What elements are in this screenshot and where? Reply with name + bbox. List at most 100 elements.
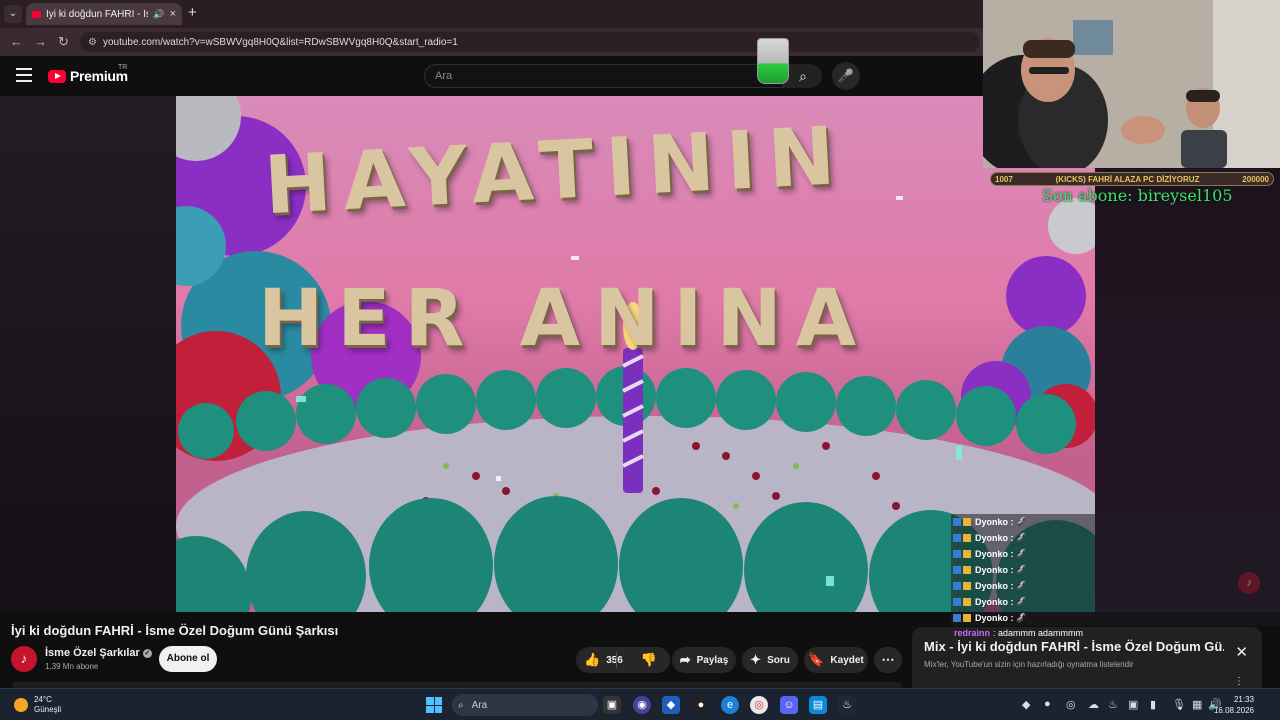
chat-user: Dyonko :: [975, 533, 1014, 543]
weather-widget[interactable]: 24°C Güneşli: [14, 695, 61, 715]
tray-app-icon[interactable]: ▣: [1128, 698, 1138, 711]
close-icon[interactable]: ✕: [1235, 643, 1248, 661]
like-divider: [616, 652, 617, 668]
goal-target: 200000: [1242, 174, 1269, 184]
chat-message: Dyonko : 🦨: [951, 530, 1280, 546]
save-button[interactable]: 🔖 Kaydet: [804, 647, 868, 673]
chat-user: Dyonko :: [975, 517, 1014, 527]
more-vertical-icon[interactable]: ⋮: [1234, 676, 1244, 687]
chat-text: 🦨: [1015, 548, 1027, 559]
more-icon: ⋯: [881, 652, 895, 667]
dislike-icon: 👎: [640, 652, 658, 667]
new-tab-button[interactable]: +: [188, 4, 197, 21]
speaker-icon[interactable]: 🔊: [153, 9, 164, 20]
url-field[interactable]: ⚙ youtube.com/watch?v=wSBWVgq8H0Q&list=R…: [80, 32, 980, 52]
microphone-icon[interactable]: 🎤: [832, 62, 860, 90]
chat-user: Dyonko :: [975, 549, 1014, 559]
tray-app-icon[interactable]: ◆: [1022, 698, 1030, 711]
chat-user: redrainn: [954, 628, 991, 638]
tray-app-icon[interactable]: ◎: [1066, 698, 1076, 711]
chat-text: 🦨: [1015, 532, 1027, 543]
channel-avatar[interactable]: ♪: [11, 646, 37, 672]
app-diamond-icon[interactable]: ◆: [662, 696, 680, 714]
chat-message: Dyonko : 🦨: [951, 610, 1280, 626]
goal-current: 1007: [995, 174, 1013, 184]
dislike-button[interactable]: 👎: [632, 647, 666, 673]
network-icon[interactable]: ▦: [1192, 698, 1202, 711]
site-info-icon[interactable]: ⚙: [88, 37, 97, 48]
menu-icon[interactable]: [16, 68, 32, 82]
stream-goal-bar: 1007 (KICKS) FAHRİ ALAZA PC DİZİYORUZ 20…: [990, 172, 1274, 186]
mix-subtitle: Mix'ler, YouTube'un sizin için hazırladı…: [924, 660, 1134, 669]
taskbar-search[interactable]: ⌕ Ara: [452, 694, 598, 716]
reload-icon[interactable]: ↻: [58, 34, 69, 50]
app-circle-icon[interactable]: ◉: [633, 696, 651, 714]
badge-icon: [953, 582, 961, 590]
tab-close-icon[interactable]: ×: [170, 8, 176, 20]
subscribe-button[interactable]: Abone ol: [159, 646, 217, 672]
chat-message: Dyonko : 🦨: [951, 578, 1280, 594]
task-view-icon[interactable]: ▣: [603, 696, 621, 714]
tab-search-button[interactable]: ⌄: [4, 5, 22, 23]
region-code: TR: [118, 64, 128, 71]
app-record-icon[interactable]: ●: [692, 696, 710, 714]
chat-message: Dyonko : 🦨: [951, 546, 1280, 562]
crown-icon: [963, 534, 971, 542]
share-icon: ➦: [679, 652, 691, 667]
forward-arrow-icon[interactable]: →: [34, 34, 47, 49]
chrome-icon[interactable]: ◎: [750, 696, 768, 714]
steam-icon[interactable]: ♨: [838, 696, 856, 714]
chat-user: Dyonko :: [975, 581, 1014, 591]
like-icon[interactable]: 👍: [584, 652, 600, 668]
chat-user: Dyonko :: [975, 597, 1014, 607]
chat-text: 🦨: [1015, 564, 1027, 575]
tray-app-icon[interactable]: ☁: [1088, 698, 1099, 711]
crown-icon: [963, 614, 971, 622]
goal-label: (KICKS) FAHRİ ALAZA PC DİZİYORUZ: [1055, 174, 1200, 184]
like-count[interactable]: 356: [606, 655, 623, 666]
back-arrow-icon[interactable]: ←: [10, 34, 23, 49]
tray-app-icon[interactable]: ▮: [1150, 698, 1156, 711]
windows-taskbar: 24°C Güneşli ⌕ Ara ▣ ◉ ◆ ● e ◎ ☺ ▤ ♨ ◆ ●…: [0, 688, 1280, 720]
webcam-overlay: [983, 0, 1280, 168]
crown-icon: [963, 598, 971, 606]
chat-text: 🦨: [1015, 580, 1027, 591]
sparkle-icon: ✦: [750, 652, 762, 667]
tray-steam-icon[interactable]: ♨: [1108, 698, 1118, 711]
chat-text: : adammm adammmm: [993, 628, 1084, 638]
verified-icon: ✓: [142, 648, 152, 658]
browser-tab[interactable]: İyi ki doğdun FAHRİ - İsme 🔊 ×: [26, 3, 182, 25]
ask-button[interactable]: ✦ Soru: [742, 647, 798, 673]
video-title: İyi ki doğdun FAHRİ - İsme Özel Doğum Gü…: [11, 623, 339, 638]
more-actions-button[interactable]: ⋯: [874, 647, 902, 673]
chat-message: Dyonko : 🦨: [951, 562, 1280, 578]
temperature: 24°C: [34, 695, 52, 704]
search-input[interactable]: Ara: [424, 64, 784, 88]
system-clock[interactable]: 21:33 16.08.2026: [1214, 694, 1254, 716]
ask-label: Soru: [767, 654, 790, 666]
app-window-icon[interactable]: ▤: [809, 696, 827, 714]
channel-name[interactable]: İsme Özel Şarkılar: [45, 647, 140, 659]
search-icon[interactable]: ⌕: [784, 64, 822, 88]
badge-icon: [953, 534, 961, 542]
chat-user: Dyonko :: [975, 613, 1014, 623]
channel-name-row[interactable]: İsme Özel Şarkılar ✓: [45, 647, 152, 659]
subscriber-count: 1,39 Mn abone: [45, 662, 99, 671]
share-button[interactable]: ➦ Paylaş: [672, 647, 736, 673]
tray-mic-icon[interactable]: 🎙: [1172, 698, 1186, 711]
mix-title[interactable]: Mix - İyi ki doğdun FAHRİ - İsme Özel Do…: [924, 639, 1224, 654]
tray-app-icon[interactable]: ●: [1044, 698, 1051, 710]
crown-icon: [963, 582, 971, 590]
youtube-logo[interactable]: Premium TR: [48, 64, 128, 84]
clock-date: 16.08.2026: [1213, 706, 1254, 715]
discord-icon[interactable]: ☺: [780, 696, 798, 714]
chat-message: Dyonko : 🦨: [951, 514, 1280, 530]
cup-overlay-image: [757, 38, 789, 84]
badge-icon: [953, 598, 961, 606]
chat-text: 🦨: [1015, 612, 1027, 623]
search-icon: ⌕: [458, 699, 464, 711]
video-text-line2: HER ANINA: [258, 274, 871, 364]
crown-icon: [963, 518, 971, 526]
edge-icon[interactable]: e: [721, 696, 739, 714]
windows-start-icon[interactable]: [426, 697, 442, 713]
